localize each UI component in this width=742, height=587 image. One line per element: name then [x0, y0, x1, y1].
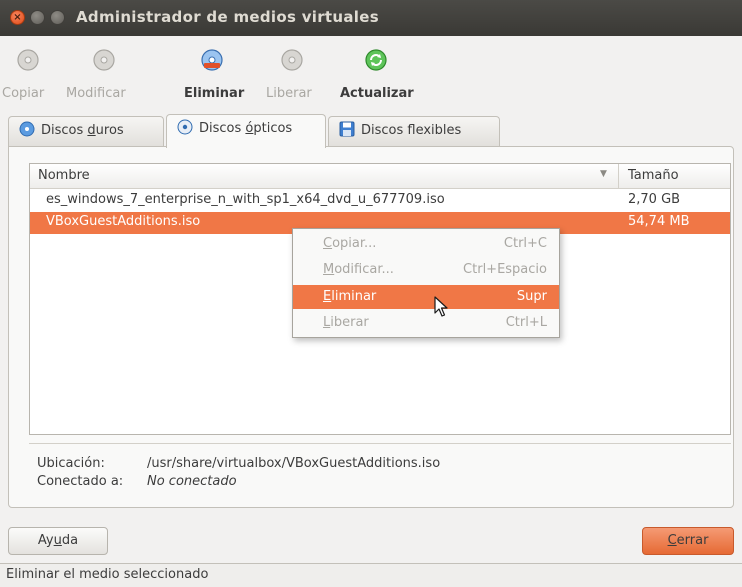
sort-down-icon: ▼: [600, 169, 607, 179]
mouse-pointer-icon: [434, 296, 448, 317]
tab-hard-disks-label-pre: Discos: [41, 123, 88, 138]
tab-floppy-disks-label-pre: Discos: [361, 123, 408, 138]
tab-hard-disks-mnemonic: d: [87, 123, 96, 138]
menu-item-remove-mnemonic: E: [323, 289, 332, 304]
info-pane: Ubicación: /usr/share/virtualbox/VBoxGue…: [29, 443, 731, 499]
close-button[interactable]: Cerrar: [642, 527, 734, 555]
list-item-name: VBoxGuestAdditions.iso: [46, 214, 201, 229]
tab-hard-disks[interactable]: Discos duros: [8, 116, 164, 146]
tab-optical-disks[interactable]: Discos ópticos: [166, 114, 326, 148]
copy-disk-icon: [17, 49, 39, 71]
menu-item-copy-label: opiar...: [332, 236, 377, 251]
menu-item-remove-label: liminar: [331, 289, 377, 304]
menu-item-modify-mnemonic: M: [323, 262, 335, 277]
column-header-size[interactable]: Tamaño: [628, 168, 679, 183]
menu-item-remove[interactable]: Eliminar Supr: [293, 285, 559, 309]
menu-item-modify[interactable]: Modificar... Ctrl+Espacio: [293, 258, 559, 282]
status-text: Eliminar el medio seleccionado: [6, 567, 209, 582]
modify-button[interactable]: Modificar: [64, 44, 140, 106]
tab-optical-disks-label-pre: Discos: [199, 121, 246, 136]
help-button[interactable]: Ayuda: [8, 527, 108, 555]
column-separator: [618, 164, 619, 189]
menu-item-copy[interactable]: Copiar... Ctrl+C: [293, 232, 559, 256]
menu-item-release-label: iberar: [330, 315, 369, 330]
help-label-pre: Ay: [37, 533, 54, 548]
location-label: Ubicación:: [37, 456, 105, 471]
refresh-button[interactable]: Actualizar: [334, 44, 420, 106]
release-disk-icon: [281, 49, 303, 71]
menu-item-modify-label: odificar...: [334, 262, 394, 277]
context-menu: Copiar... Ctrl+C Modificar... Ctrl+Espac…: [292, 228, 560, 338]
modify-label: Modificar: [66, 86, 126, 101]
toolbar: Copiar Modificar Eliminar Liberar Actual…: [0, 36, 742, 112]
copy-label: Copiar: [2, 86, 45, 101]
menu-item-remove-shortcut: Supr: [516, 289, 547, 304]
list-item-size: 2,70 GB: [628, 192, 681, 207]
window-minimize-button[interactable]: [30, 10, 45, 25]
list-item[interactable]: es_windows_7_enterprise_n_with_sp1_x64_d…: [30, 190, 730, 212]
copy-button[interactable]: Copiar: [0, 44, 56, 106]
location-value: /usr/share/virtualbox/VBoxGuestAdditions…: [147, 456, 441, 471]
menu-item-copy-mnemonic: C: [323, 236, 333, 251]
optical-disk-icon: [177, 119, 193, 135]
window-title: Administrador de medios virtuales: [76, 8, 379, 26]
title-bar: × Administrador de medios virtuales: [0, 0, 742, 36]
close-icon: ×: [13, 12, 22, 23]
list-item-name: es_windows_7_enterprise_n_with_sp1_x64_d…: [46, 192, 445, 207]
help-mnemonic: u: [53, 533, 62, 548]
refresh-icon: [365, 49, 387, 71]
close-mnemonic: C: [667, 533, 677, 548]
tab-optical-disks-label-post: pticos: [253, 121, 293, 136]
menu-item-release-shortcut: Ctrl+L: [505, 315, 547, 330]
tab-hard-disks-label-post: uros: [95, 123, 124, 138]
remove-button[interactable]: Eliminar: [180, 44, 250, 106]
menu-item-modify-shortcut: Ctrl+Espacio: [463, 262, 547, 277]
list-item-size: 54,74 MB: [628, 214, 690, 229]
attached-value: No conectado: [147, 474, 237, 489]
menu-item-copy-shortcut: Ctrl+C: [503, 236, 547, 251]
attached-label: Conectado a:: [37, 474, 124, 489]
column-header-name[interactable]: Nombre: [38, 168, 90, 183]
window-maximize-button[interactable]: [50, 10, 65, 25]
status-bar: Eliminar el medio seleccionado: [0, 563, 742, 587]
list-header: Nombre ▼ Tamaño: [30, 164, 730, 189]
help-label-post: da: [61, 533, 79, 548]
refresh-label: Actualizar: [340, 86, 414, 101]
menu-item-release[interactable]: Liberar Ctrl+L: [293, 311, 559, 335]
floppy-disk-icon: [339, 121, 355, 137]
window-close-button[interactable]: ×: [10, 10, 25, 25]
close-label: errar: [676, 533, 709, 548]
modify-disk-icon: [93, 49, 115, 71]
tab-floppy-disks-label-post: flexibles: [407, 123, 462, 138]
release-button[interactable]: Liberar: [262, 44, 322, 106]
remove-disk-icon: [201, 49, 223, 71]
hard-disk-icon: [19, 121, 35, 137]
release-label: Liberar: [266, 86, 312, 101]
remove-label: Eliminar: [184, 86, 245, 101]
tab-floppy-disks[interactable]: Discos flexibles: [328, 116, 500, 146]
